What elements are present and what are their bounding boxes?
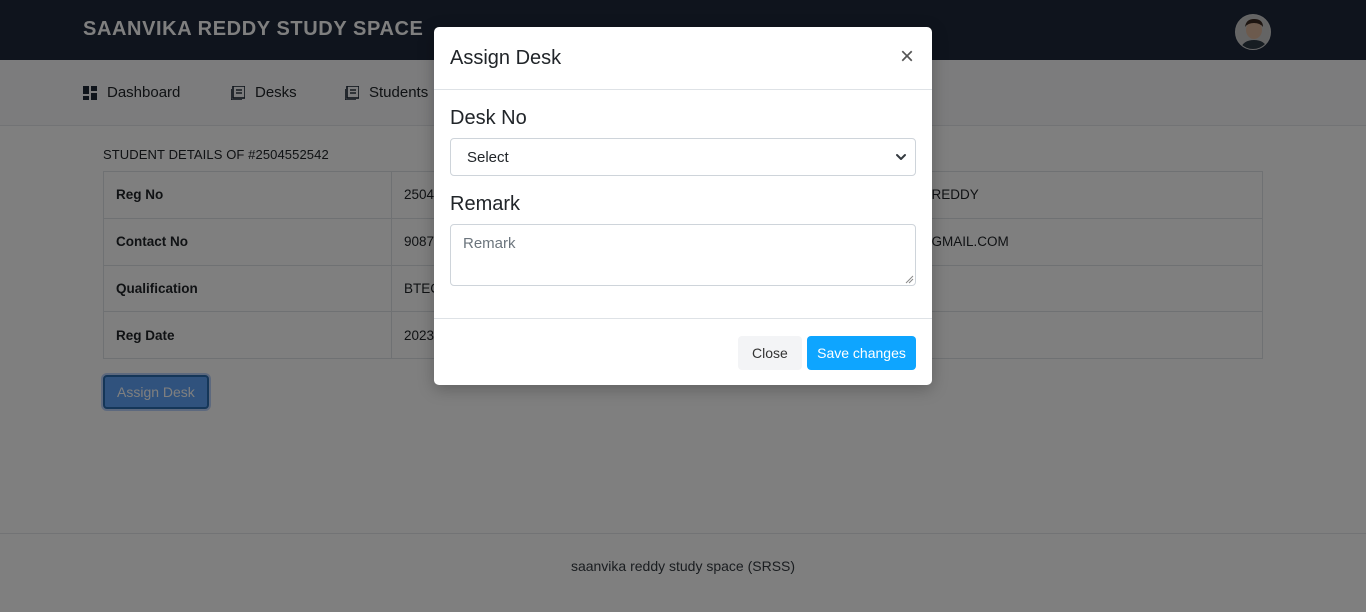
close-button[interactable]: Close [738,336,802,370]
remark-label: Remark [450,193,521,215]
desk-no-select[interactable]: Select [450,138,916,176]
modal-title: Assign Desk [450,47,562,69]
close-icon[interactable]: × [896,44,918,70]
remark-placeholder: Remark [463,235,516,252]
resize-handle-icon[interactable] [904,274,914,284]
chevron-down-icon [896,154,906,160]
save-changes-button[interactable]: Save changes [807,336,916,370]
modal-header: Assign Desk × [434,27,932,90]
assign-desk-modal: Assign Desk × Desk No Select Remark Rema… [434,27,932,385]
modal-footer: Close Save changes [434,318,932,385]
remark-textarea[interactable]: Remark [450,224,916,286]
desk-no-label: Desk No [450,107,527,129]
desk-select-value: Select [467,148,509,166]
